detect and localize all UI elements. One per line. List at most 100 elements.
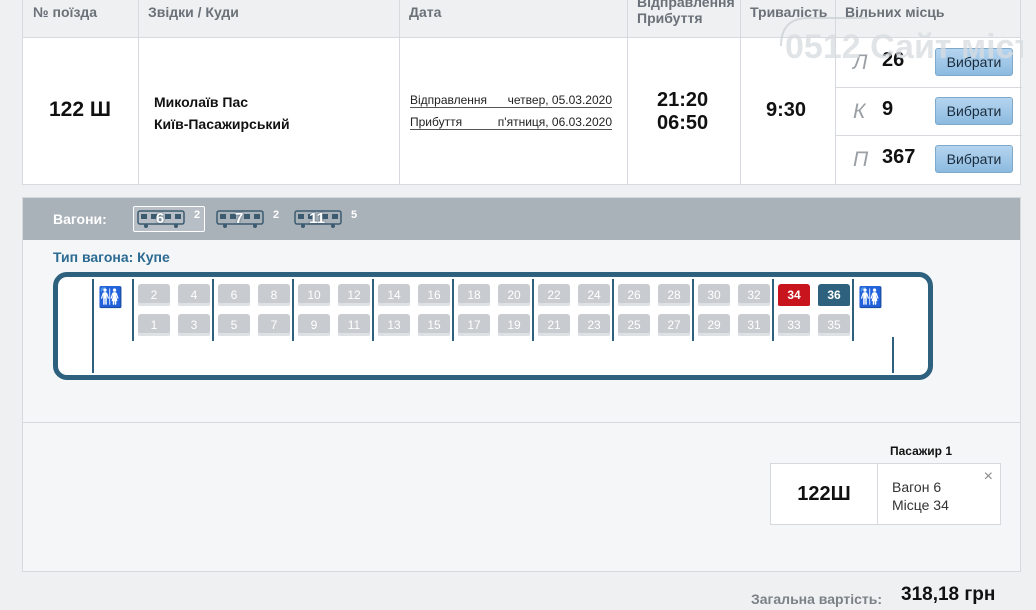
train-table: № поїзда Звідки / Куди Дата Відправлення… [22, 0, 1022, 185]
compartment-divider [372, 279, 374, 341]
wagon-free-count: 2 [194, 209, 201, 221]
seat[interactable]: 12 [338, 284, 370, 308]
car-divider [92, 337, 94, 373]
choose-button-lux[interactable]: Вибрати [935, 48, 1013, 76]
total-price: Загальна вартість: 318,18 грн [751, 583, 1021, 609]
ticket-info: Вагон 6 Місце 34 [892, 478, 949, 514]
close-icon[interactable]: × [984, 468, 993, 486]
train-route: Миколаїв Пас Київ-Пасажирський [154, 91, 290, 135]
departure-date: четвер, 05.03.2020 [507, 93, 612, 107]
seat[interactable]: 7 [258, 314, 290, 338]
seat[interactable]: 29 [698, 314, 730, 338]
class-free-count: 9 [882, 98, 894, 120]
seat[interactable]: 15 [418, 314, 450, 338]
wc-icon: 🚻 [858, 287, 883, 309]
header-train-number: № поїзда [33, 4, 98, 20]
seat[interactable]: 13 [378, 314, 410, 338]
route-from: Миколаїв Пас [154, 94, 249, 110]
seat[interactable]: 17 [458, 314, 490, 338]
wagon-number: 6 [155, 210, 165, 227]
seat[interactable]: 14 [378, 284, 410, 308]
ticket-card: 122Ш Вагон 6 Місце 34 × [770, 463, 1001, 525]
seat[interactable]: 20 [498, 284, 530, 308]
seat[interactable]: 19 [498, 314, 530, 338]
seat[interactable]: 9 [298, 314, 330, 338]
wagon-selector-bar: Вагони: 6 2 7 2 11 5 [23, 198, 1020, 240]
compartment-divider [452, 279, 454, 341]
route-to: Київ-Пасажирський [154, 116, 290, 132]
trip-duration: 9:30 [766, 99, 807, 121]
seat[interactable]: 23 [578, 314, 610, 338]
class-letter: Л [853, 51, 868, 74]
seat[interactable]: 11 [338, 314, 370, 338]
seat[interactable]: 22 [538, 284, 570, 308]
seat[interactable]: 8 [258, 284, 290, 308]
seat[interactable]: 25 [618, 314, 650, 338]
choose-button-kupe[interactable]: Вибрати [935, 97, 1013, 125]
seat[interactable]: 35 [818, 314, 850, 338]
column-divider [740, 0, 741, 184]
header-duration: Тривалість [750, 4, 828, 20]
seat[interactable]: 26 [618, 284, 650, 308]
compartment-divider [132, 279, 134, 341]
seat[interactable]: 21 [538, 314, 570, 338]
passenger-panel: Пасажир 1 122Ш Вагон 6 Місце 34 × [22, 423, 1021, 572]
wagons-label: Вагони: [53, 211, 107, 227]
seat[interactable]: 30 [698, 284, 730, 308]
header-departure-arrival: Відправлення Прибуття [637, 0, 735, 26]
column-divider [138, 0, 139, 184]
seat[interactable]: 2 [138, 284, 170, 308]
wagon-number: 11 [309, 210, 325, 227]
seat[interactable]: 6 [218, 284, 250, 308]
ticket-wagon: Вагон 6 [892, 479, 942, 495]
class-row-platskart: П 367 Вибрати [836, 135, 1022, 183]
wagon-free-count: 2 [273, 209, 280, 221]
wc-icon: 🚻 [98, 287, 123, 309]
choose-button-platskart[interactable]: Вибрати [935, 145, 1013, 173]
arrival-label: Прибуття [410, 115, 463, 129]
compartment-divider [852, 279, 854, 341]
ticket-seat: Місце 34 [892, 497, 949, 513]
compartment-divider [772, 279, 774, 341]
header-free-seats: Вільних місць [845, 4, 945, 20]
seat[interactable]: 10 [298, 284, 330, 308]
seat[interactable]: 36 [818, 284, 850, 308]
booking-page: № поїзда Звідки / Куди Дата Відправлення… [0, 0, 1036, 610]
seat[interactable]: 24 [578, 284, 610, 308]
compartment-divider [692, 279, 694, 341]
seat[interactable]: 18 [458, 284, 490, 308]
arrival-date: п'ятниця, 06.03.2020 [497, 115, 612, 129]
column-divider [399, 0, 400, 184]
class-letter: К [853, 100, 866, 123]
column-divider [627, 0, 628, 184]
table-header: № поїзда Звідки / Куди Дата Відправлення… [23, 0, 1020, 38]
class-free-count: 26 [882, 49, 905, 71]
departure-time: 21:20 [657, 89, 709, 111]
seat[interactable]: 33 [778, 314, 810, 338]
departure-label: Відправлення [410, 93, 488, 107]
compartment-divider [292, 279, 294, 341]
seat[interactable]: 31 [738, 314, 770, 338]
seat[interactable]: 27 [658, 314, 690, 338]
seat[interactable]: 4 [178, 284, 210, 308]
seat[interactable]: 3 [178, 314, 210, 338]
class-letter: П [853, 148, 869, 171]
passenger-title: Пасажир 1 [890, 444, 953, 458]
seat[interactable]: 28 [658, 284, 690, 308]
seat[interactable]: 1 [138, 314, 170, 338]
wagon-free-count: 5 [351, 209, 358, 221]
header-date: Дата [409, 4, 442, 20]
wagon-number: 7 [234, 210, 244, 227]
car-divider [892, 337, 894, 373]
compartment-divider [92, 279, 94, 341]
class-row-kupe: К 9 Вибрати [836, 87, 1022, 135]
header-route: Звідки / Куди [148, 4, 239, 20]
departure-date-row: Відправлення четвер, 05.03.2020 [410, 93, 612, 108]
seat[interactable]: 16 [418, 284, 450, 308]
compartment-divider [532, 279, 534, 341]
seat[interactable]: 5 [218, 314, 250, 338]
arrival-time: 06:50 [657, 112, 709, 134]
seat[interactable]: 32 [738, 284, 770, 308]
seat[interactable]: 34 [778, 284, 810, 308]
total-value: 318,18 грн [901, 584, 996, 605]
